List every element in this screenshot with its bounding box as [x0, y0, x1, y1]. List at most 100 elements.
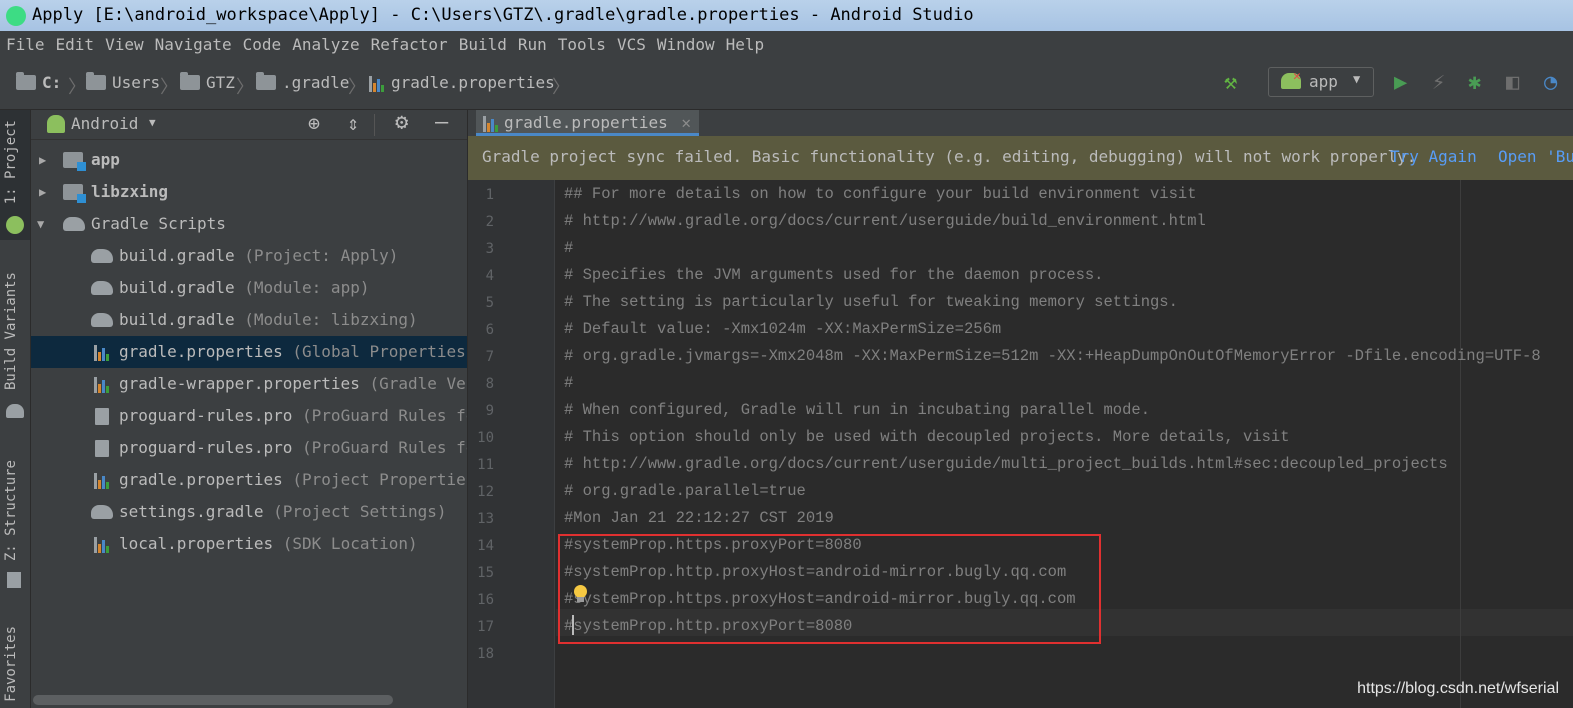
line-number: 4 [485, 268, 494, 284]
code-line[interactable]: # The setting is particularly useful for… [564, 293, 1178, 311]
breadcrumb-item[interactable]: Users [86, 72, 161, 92]
tree-item-settings-gradle[interactable]: settings.gradle (Project Settings) [31, 496, 467, 528]
tree-item-gradle-scripts[interactable]: ▼ Gradle Scripts [31, 208, 467, 240]
menu-window[interactable]: Window [657, 31, 715, 59]
line-number: 1 [485, 187, 494, 203]
expand-arrow-icon[interactable]: ▶ [39, 176, 46, 208]
hide-panel-icon[interactable]: — [435, 110, 448, 135]
properties-file-icon [482, 114, 500, 132]
android-icon [6, 404, 24, 418]
annotation-highlight-box [558, 534, 1101, 644]
line-number: 3 [485, 241, 494, 257]
tree-item-gradle-wrapper-properties[interactable]: gradle-wrapper.properties (Gradle Versi [31, 368, 467, 400]
tree-item-build-gradle-app[interactable]: build.gradle (Module: app) [31, 272, 467, 304]
run-configuration-dropdown[interactable]: ✕ app ▼ [1268, 67, 1374, 97]
tree-item-hint: (Project Settings) [273, 502, 447, 521]
menu-help[interactable]: Help [726, 31, 765, 59]
tree-item-gradle-properties-global[interactable]: gradle.properties (Global Properties) [31, 336, 467, 368]
project-view-selector[interactable]: Android [71, 114, 138, 133]
code-line[interactable]: # Specifies the JVM arguments used for t… [564, 266, 1104, 284]
breadcrumb-item[interactable]: gradle.properties [368, 73, 555, 92]
attach-debugger-icon[interactable]: ◧ [1506, 69, 1519, 97]
project-panel-header: Android ▼ ⊕ ⇕ ⚙ — [31, 110, 467, 140]
tree-item-hint: (Global Properties) [292, 342, 467, 361]
tool-tab-favorites[interactable]: Favorites [3, 626, 19, 702]
code-line[interactable]: # When configured, Gradle will run in in… [564, 401, 1150, 419]
menu-view[interactable]: View [105, 31, 144, 59]
line-number: 18 [477, 646, 494, 662]
menu-file[interactable]: File [6, 31, 45, 59]
editor-tab-gradle-properties[interactable]: gradle.properties ✕ [476, 110, 700, 136]
tree-item-gradle-properties-project[interactable]: gradle.properties (Project Properties) [31, 464, 467, 496]
code-line[interactable]: # http://www.gradle.org/docs/current/use… [564, 455, 1448, 473]
tree-item-proguard-rules-2[interactable]: proguard-rules.pro (ProGuard Rules for [31, 432, 467, 464]
tree-item-label: build.gradle [119, 246, 235, 265]
line-number: 10 [477, 430, 494, 446]
tree-item-hint: (ProGuard Rules for [302, 438, 467, 457]
locate-target-icon[interactable]: ⊕ [308, 111, 320, 135]
properties-file-icon [93, 343, 111, 361]
tree-item-build-gradle-libzxing[interactable]: build.gradle (Module: libzxing) [31, 304, 467, 336]
editor-area: gradle.properties ✕ Gradle project sync … [468, 110, 1573, 708]
tree-item-proguard-rules-1[interactable]: proguard-rules.pro (ProGuard Rules for [31, 400, 467, 432]
apply-changes-icon[interactable]: ⚡ [1432, 69, 1445, 97]
tree-item-label: Gradle Scripts [91, 214, 226, 233]
code-line[interactable]: # org.gradle.parallel=true [564, 482, 806, 500]
right-margin-guide [1460, 180, 1461, 708]
collapse-all-icon[interactable]: ⇕ [347, 111, 359, 135]
drive-icon [16, 72, 36, 90]
breadcrumb-label: Users [112, 73, 161, 92]
menu-code[interactable]: Code [243, 31, 282, 59]
tree-item-hint: (Project: Apply) [244, 246, 399, 265]
breadcrumb-separator: 〉 [160, 77, 178, 98]
gear-icon[interactable]: ⚙ [395, 110, 408, 135]
tree-item-hint: (SDK Location) [282, 534, 418, 553]
make-project-hammer-icon[interactable]: ⚒ [1224, 69, 1237, 97]
profiler-icon[interactable]: ◔ [1544, 69, 1557, 97]
tree-item-local-properties[interactable]: local.properties (SDK Location) [31, 528, 467, 560]
menu-tools[interactable]: Tools [558, 31, 606, 59]
sync-failed-banner: Gradle project sync failed. Basic functi… [468, 136, 1573, 180]
tool-tab-build-variants[interactable]: Build Variants [3, 272, 19, 390]
navigation-bar: C: 〉 Users 〉 GTZ 〉 .gradle 〉 gradle.prop… [0, 59, 1573, 110]
tree-item-build-gradle-project[interactable]: build.gradle (Project: Apply) [31, 240, 467, 272]
breadcrumb-separator: 〉 [236, 77, 254, 98]
menu-edit[interactable]: Edit [56, 31, 95, 59]
tree-item-label: build.gradle [119, 278, 235, 297]
tree-item-libzxing[interactable]: ▶ libzxing [31, 176, 467, 208]
code-line[interactable]: # [564, 239, 573, 257]
tool-tab-structure[interactable]: Z: Structure [3, 460, 19, 561]
code-line[interactable]: # http://www.gradle.org/docs/current/use… [564, 212, 1206, 230]
close-tab-icon[interactable]: ✕ [681, 113, 691, 132]
menu-analyze[interactable]: Analyze [292, 31, 359, 59]
horizontal-scrollbar[interactable] [33, 695, 393, 705]
tool-tab-project[interactable]: 1: Project [3, 120, 19, 204]
run-icon[interactable]: ▶ [1394, 69, 1407, 97]
code-line[interactable]: # [564, 374, 573, 392]
open-build-link[interactable]: Open 'Bu [1498, 136, 1573, 178]
breadcrumb-item[interactable]: C: [16, 72, 61, 92]
debug-bug-icon[interactable]: ✱ [1468, 69, 1481, 97]
tree-item-hint: (Project Properties) [292, 470, 467, 489]
chevron-down-icon[interactable]: ▼ [149, 116, 156, 129]
menu-build[interactable]: Build [459, 31, 507, 59]
tree-item-app[interactable]: ▶ app [31, 144, 467, 176]
tree-item-label: app [91, 150, 120, 169]
folder-icon [256, 72, 276, 90]
menu-navigate[interactable]: Navigate [155, 31, 232, 59]
code-line[interactable]: ## For more details on how to configure … [564, 185, 1197, 203]
menu-run[interactable]: Run [518, 31, 547, 59]
menu-refactor[interactable]: Refactor [371, 31, 448, 59]
code-line[interactable]: # This option should only be used with d… [564, 428, 1290, 446]
expand-arrow-icon[interactable]: ▶ [39, 144, 46, 176]
code-line[interactable]: # org.gradle.jvmargs=-Xmx2048m -XX:MaxPe… [564, 347, 1541, 365]
breadcrumb-label: .gradle [282, 73, 350, 92]
collapse-arrow-icon[interactable]: ▼ [37, 208, 44, 240]
gradle-elephant-icon [91, 505, 113, 519]
try-again-link[interactable]: Try Again [1390, 136, 1477, 178]
code-line[interactable]: # Default value: -Xmx1024m -XX:MaxPermSi… [564, 320, 1001, 338]
code-line[interactable]: #Mon Jan 21 22:12:27 CST 2019 [564, 509, 834, 527]
breadcrumb-item[interactable]: .gradle [256, 72, 350, 92]
breadcrumb-item[interactable]: GTZ [180, 72, 235, 92]
menu-vcs[interactable]: VCS [617, 31, 646, 59]
